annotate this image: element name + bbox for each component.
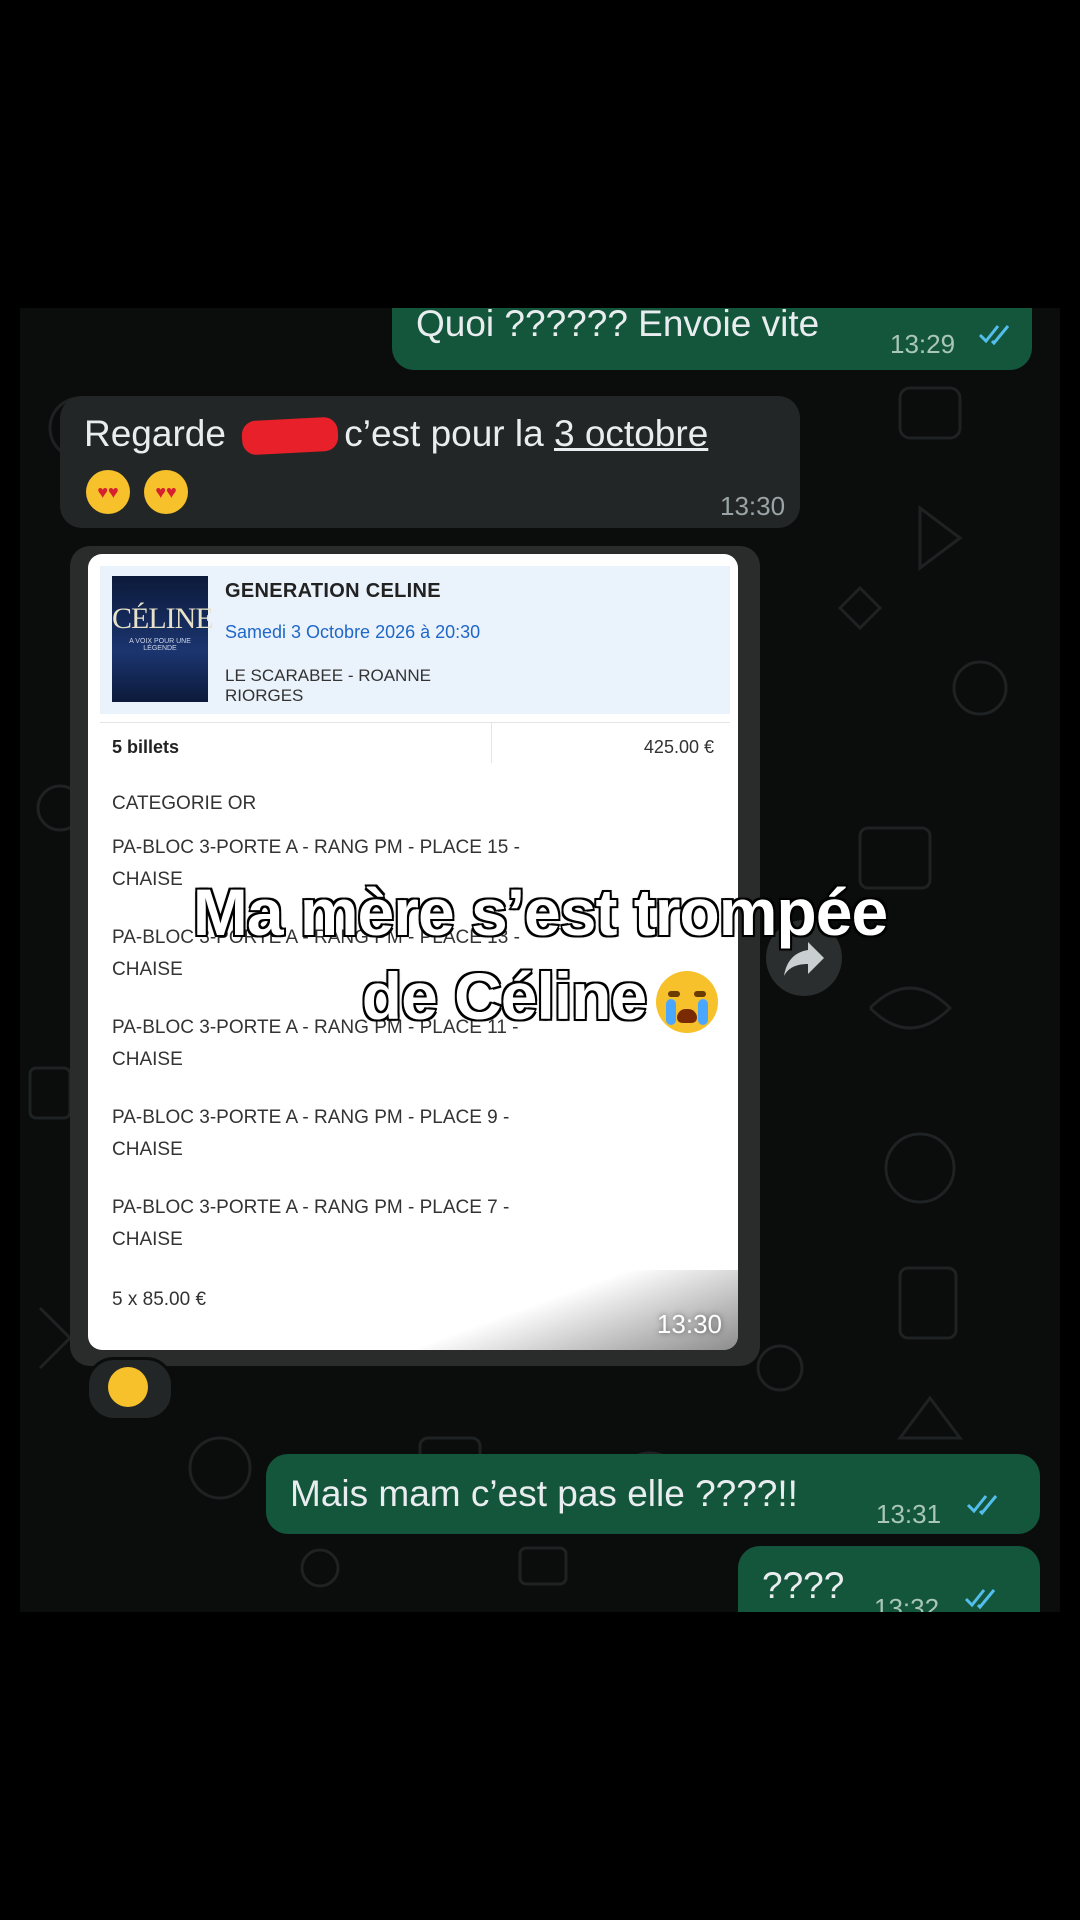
message-reaction[interactable] [86, 1357, 174, 1421]
seat-line: PA-BLOC 3-PORTE A - RANG PM - PLACE 9 - … [112, 1107, 510, 1160]
double-check-icon [978, 325, 1010, 346]
ticket-summary-row: 5 billets 425.00 € [100, 722, 730, 769]
caption-line-1: Ma mère s’est trompée [191, 874, 889, 951]
ticket-header: CÉLINE A VOIX POUR UNE LÉGENDE GENERATIO… [100, 566, 730, 714]
poster-title: CÉLINE [112, 602, 214, 635]
ticket-total: 425.00 € [643, 737, 714, 757]
event-poster: CÉLINE A VOIX POUR UNE LÉGENDE [112, 576, 214, 702]
event-date: Samedi 3 Octobre 2026 à 20:30 [225, 622, 481, 642]
message-outgoing-2[interactable]: Mais mam c’est pas elle ????!! 13:31 [266, 1454, 1040, 1534]
divider [491, 723, 492, 763]
poster-subtitle: A VOIX POUR UNE LÉGENDE [129, 638, 191, 652]
caption-line-2: de Céline [360, 958, 648, 1035]
message-text: Mais mam c’est pas elle ????!! [290, 1473, 798, 1514]
event-venue: LE SCARABEE - ROANNE RIORGES [225, 666, 431, 705]
message-time: 13:32 [874, 1593, 940, 1612]
message-time: 13:29 [890, 329, 956, 359]
message-text: ???? [762, 1565, 845, 1606]
message-time: 13:30 [656, 1309, 722, 1339]
ticket-category: CATEGORIE OR [112, 793, 257, 814]
redaction-mark [241, 416, 340, 456]
message-text-suffix: c’est pour la [344, 413, 554, 454]
heart-eyes-emoji: ♥♥ [144, 470, 188, 515]
ticket-count: 5 billets [112, 737, 180, 757]
heart-eyes-emoji: ♥♥ [86, 470, 130, 515]
emoji-row: ♥♥ ♥♥ [86, 466, 202, 515]
double-check-icon [966, 1495, 998, 1516]
seat-line: PA-BLOC 3-PORTE A - RANG PM - PLACE 7 - … [112, 1197, 510, 1250]
message-incoming-1[interactable]: Regarde c’est pour la 3 octobre ♥♥ ♥♥ 13:… [60, 396, 800, 528]
caption-line-2-wrap: de Céline [0, 954, 1080, 1038]
double-check-icon [964, 1589, 996, 1610]
message-time: 13:30 [720, 491, 786, 521]
caption-overlay: Ma mère s’est trompée de Céline [0, 870, 1080, 1038]
loudly-crying-emoji [656, 970, 719, 1033]
date-link[interactable]: 3 octobre [554, 413, 708, 454]
message-outgoing-1[interactable]: Quoi ?????? Envoie vite 13:29 [392, 308, 1032, 370]
loudly-crying-emoji [108, 1367, 148, 1407]
message-text-prefix: Regarde [84, 413, 237, 454]
message-time: 13:31 [876, 1499, 942, 1529]
message-text: Regarde c’est pour la 3 octobre [84, 410, 708, 458]
message-outgoing-3[interactable]: ???? 13:32 [738, 1546, 1040, 1612]
event-title: GENERATION CELINE [225, 580, 441, 602]
message-text: Quoi ?????? Envoie vite [416, 308, 820, 344]
